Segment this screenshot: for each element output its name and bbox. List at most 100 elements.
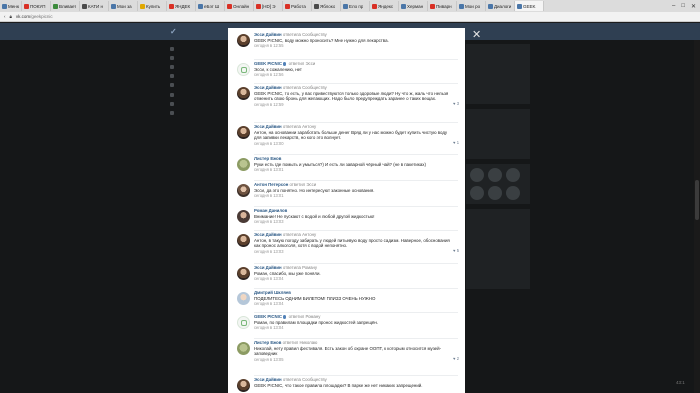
browser-tab[interactable]: еБэт Ш <box>196 1 225 11</box>
browser-tab[interactable]: Диалоги <box>486 1 515 11</box>
nav-item[interactable] <box>170 53 230 62</box>
browser-tab[interactable]: Пиварн <box>428 1 457 11</box>
avatar[interactable] <box>237 342 250 355</box>
like-count: 3 <box>456 101 459 106</box>
member-avatar[interactable] <box>506 186 520 200</box>
reply-to[interactable]: ответил Роману <box>289 314 321 319</box>
reply-to[interactable]: ответила Роману <box>283 265 317 270</box>
comment-date[interactable]: сегодня в 12:56 <box>254 72 454 78</box>
nav-item[interactable] <box>170 108 230 117</box>
browser-tab[interactable]: GEEK <box>515 1 544 11</box>
comment-date[interactable]: сегодня в 13:04 <box>254 301 454 307</box>
avatar[interactable] <box>237 63 250 76</box>
nav-item[interactable] <box>170 72 230 81</box>
reply-to[interactable]: ответила Сообществу <box>283 32 327 37</box>
browser-tab[interactable]: Меню <box>0 1 22 11</box>
like-button[interactable]: ♥ 2 <box>453 356 459 361</box>
author-link[interactable]: Эсси Дайвин <box>254 232 282 237</box>
reply-to[interactable]: ответил Эсси <box>289 61 316 66</box>
avatar[interactable] <box>237 379 250 392</box>
nav-item[interactable] <box>170 62 230 71</box>
browser-tab[interactable]: Мои ро <box>457 1 486 11</box>
nav-item[interactable] <box>170 81 230 90</box>
browser-tab[interactable]: Яндекс <box>370 1 399 11</box>
address-bar[interactable]: ‹ 🔒︎ vk.com/geekpicnic <box>0 12 700 22</box>
like-button[interactable]: ♥ 3 <box>453 101 459 106</box>
author-link[interactable]: Дмитрий Шкляев <box>254 290 291 295</box>
reply-to[interactable]: ответила Сообществу <box>283 377 327 382</box>
browser-tab[interactable]: ЯНДЕК <box>167 1 196 11</box>
nav-item[interactable] <box>170 99 230 108</box>
reply-to[interactable]: ответил Эсси <box>290 182 317 187</box>
avatar[interactable] <box>237 34 250 47</box>
avatar[interactable] <box>237 292 250 305</box>
tab-favicon-icon <box>256 3 261 9</box>
browser-tab[interactable]: Яблоко <box>312 1 341 11</box>
avatar[interactable] <box>237 158 250 171</box>
author-link[interactable]: GEEK PICNIC <box>254 314 282 319</box>
minimize-icon[interactable]: – <box>672 3 675 9</box>
browser-tab[interactable]: Вливает <box>51 1 80 11</box>
avatar[interactable] <box>237 316 250 329</box>
author-link[interactable]: Эсси Дайвин <box>254 32 282 37</box>
comment-date[interactable]: сегодня в 13:05 <box>254 357 454 363</box>
browser-tab[interactable]: КАТИ н <box>80 1 109 11</box>
author-link[interactable]: Листер Ежов <box>254 340 281 345</box>
back-icon[interactable]: ‹ <box>4 14 6 19</box>
comment-date[interactable]: сегодня в 13:03 <box>254 219 454 225</box>
browser-tab[interactable]: ПОКУП <box>22 1 51 11</box>
author-link[interactable]: Антон Петерсон <box>254 182 288 187</box>
reply-to[interactable]: ответила Сообществу <box>283 85 327 90</box>
like-button[interactable]: ♥ 1 <box>453 140 459 145</box>
tab-favicon-icon <box>82 3 87 9</box>
close-window-icon[interactable]: ✕ <box>691 3 696 10</box>
url-text[interactable]: vk.com/geekpicnic <box>16 14 53 19</box>
window-controls: – □ ✕ <box>672 0 700 12</box>
author-link[interactable]: GEEK PICNIC <box>254 61 282 66</box>
comment-date[interactable]: сегодня в 13:04 <box>254 276 454 282</box>
browser-tab[interactable]: Херман <box>399 1 428 11</box>
like-count: 2 <box>456 356 459 361</box>
author-link[interactable]: Эсси Дайвин <box>254 265 282 270</box>
member-avatar[interactable] <box>470 186 484 200</box>
comment-date[interactable]: сегодня в 13:00 <box>254 141 454 147</box>
comment-date[interactable]: сегодня в 13:01 <box>254 167 454 173</box>
member-avatar[interactable] <box>488 168 502 182</box>
browser-tab[interactable]: Мои за <box>109 1 138 11</box>
avatar[interactable] <box>237 184 250 197</box>
browser-tab[interactable]: Купить <box>138 1 167 11</box>
reply-to[interactable]: ответил Николаю <box>283 340 318 345</box>
scrollbar-thumb[interactable] <box>695 180 699 220</box>
avatar[interactable] <box>237 87 250 100</box>
member-avatar[interactable] <box>488 186 502 200</box>
maximize-icon[interactable]: □ <box>681 3 685 9</box>
author-link[interactable]: Листер Ежов <box>254 156 281 161</box>
nav-icon <box>170 64 174 69</box>
page-scrollbar[interactable] <box>694 40 700 393</box>
author-link[interactable]: Роман Данилов <box>254 208 287 213</box>
member-avatar[interactable] <box>470 168 484 182</box>
comment-date[interactable]: сегодня в 13:01 <box>254 193 454 199</box>
avatar[interactable] <box>237 126 250 139</box>
nav-item[interactable] <box>170 44 230 53</box>
close-icon[interactable]: ✕ <box>472 30 481 41</box>
comment-date[interactable]: сегодня в 12:55 <box>254 43 454 49</box>
author-link[interactable]: Эсси Дайвин <box>254 85 282 90</box>
comment-date[interactable]: сегодня в 13:04 <box>254 325 454 331</box>
avatar[interactable] <box>237 234 250 247</box>
comment-date[interactable]: сегодня в 12:59 <box>254 102 454 108</box>
reply-to[interactable]: ответила Антону <box>283 124 316 129</box>
avatar[interactable] <box>237 210 250 223</box>
comment-date[interactable]: сегодня в 13:03 <box>254 249 454 255</box>
author-link[interactable]: Эсси Дайвин <box>254 124 282 129</box>
browser-tab[interactable]: Онлайн <box>225 1 254 11</box>
browser-tab[interactable]: [HD] Э <box>254 1 283 11</box>
avatar[interactable] <box>237 267 250 280</box>
reply-to[interactable]: ответила Антону <box>283 232 316 237</box>
like-button[interactable]: ♥ 5 <box>453 248 459 253</box>
author-link[interactable]: Эсси Дайвин <box>254 377 282 382</box>
browser-tab[interactable]: Работа <box>283 1 312 11</box>
browser-tab[interactable]: Ело пр <box>341 1 370 11</box>
nav-item[interactable] <box>170 90 230 99</box>
member-avatar[interactable] <box>506 168 520 182</box>
